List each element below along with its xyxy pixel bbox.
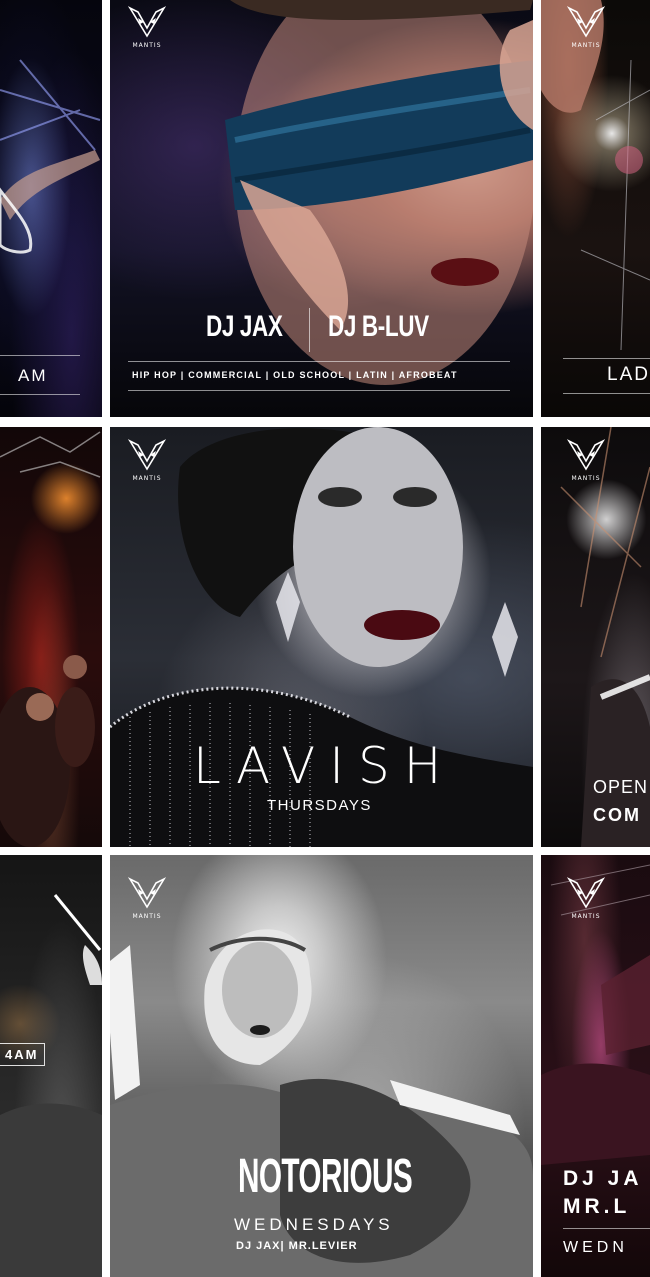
mantis-logo-icon <box>128 877 166 909</box>
flyer-line-3: WEDN <box>563 1239 628 1256</box>
flyer-tile-club-blue[interactable]: AM <box>0 0 102 417</box>
blindfold-model-image <box>225 0 533 385</box>
flyer-title-partial: LAD <box>607 364 650 385</box>
flyer-tile-crowd[interactable] <box>0 427 102 847</box>
event-title: NOTORIOUS <box>238 1150 413 1203</box>
club-crowd-image <box>0 431 101 847</box>
brand-logo: MANTIS <box>567 6 605 49</box>
flyer-line-2: MR.L <box>563 1195 631 1218</box>
flyer-gallery: AM MANTIS DJ JAX DJ B-LUV HIP HOP | COMM… <box>0 0 650 1277</box>
event-subtitle: THURSDAYS <box>267 797 372 814</box>
mantis-logo-icon <box>128 6 166 38</box>
flyer-time-text: AM <box>18 366 48 385</box>
hand-with-light-image <box>541 0 650 351</box>
divider-line <box>128 361 510 362</box>
divider-line <box>563 393 650 394</box>
flyer-time-box: 4AM <box>0 1043 46 1066</box>
mantis-logo-icon <box>567 6 605 38</box>
brand-name: MANTIS <box>132 42 162 49</box>
dj-separator <box>309 308 310 352</box>
brand-logo: MANTIS <box>128 877 166 920</box>
flyer-tile-lavish[interactable]: MANTIS LAVISH THURSDAYS <box>110 427 533 847</box>
cigarette-holder-image <box>0 894 102 1277</box>
flyer-tile-notorious[interactable]: MANTIS NOTORIOUS WEDNESDAYS DJ JAX| MR.L… <box>110 855 533 1277</box>
mantis-logo-icon <box>567 877 605 909</box>
divider-line <box>0 355 80 356</box>
divider-line <box>0 394 80 395</box>
flyer-tile-stage[interactable]: MANTIS DJ JA MR.L WEDN <box>541 855 650 1277</box>
brand-name: MANTIS <box>132 475 162 482</box>
brand-logo: MANTIS <box>128 6 166 49</box>
flyer-tile-opening[interactable]: MANTIS OPEN COM <box>541 427 650 847</box>
flyer-tile-smoke[interactable]: 4AM <box>0 855 102 1277</box>
brand-logo: MANTIS <box>567 439 605 482</box>
flyer-line-1: OPEN <box>593 777 649 797</box>
brand-logo: MANTIS <box>567 877 605 920</box>
brand-name: MANTIS <box>571 475 601 482</box>
genre-list: HIP HOP | COMMERCIAL | OLD SCHOOL | LATI… <box>132 370 458 380</box>
flyer-tile-dj-jax-b-luv[interactable]: MANTIS DJ JAX DJ B-LUV HIP HOP | COMMERC… <box>110 0 533 417</box>
brand-logo: MANTIS <box>128 439 166 482</box>
divider-line <box>563 358 650 359</box>
mantis-logo-icon <box>128 439 166 471</box>
event-djs: DJ JAX| MR.LEVIER <box>236 1240 358 1252</box>
divider-line <box>128 390 510 391</box>
brand-name: MANTIS <box>571 913 601 920</box>
dj-name-2: DJ B-LUV <box>328 310 429 343</box>
event-title: LAVISH <box>193 737 456 795</box>
flapper-model-image <box>110 929 533 1277</box>
event-subtitle: WEDNESDAYS <box>234 1215 394 1234</box>
brand-name: MANTIS <box>132 913 162 920</box>
flyer-line-1: DJ JA <box>563 1167 643 1190</box>
flyer-line-2: COM <box>593 805 641 825</box>
dj-name-1: DJ JAX <box>206 310 283 343</box>
divider-line <box>563 1228 650 1229</box>
flyer-tile-ladies[interactable]: MANTIS LAD <box>541 0 650 417</box>
brand-name: MANTIS <box>571 42 601 49</box>
mantis-logo-icon <box>567 439 605 471</box>
